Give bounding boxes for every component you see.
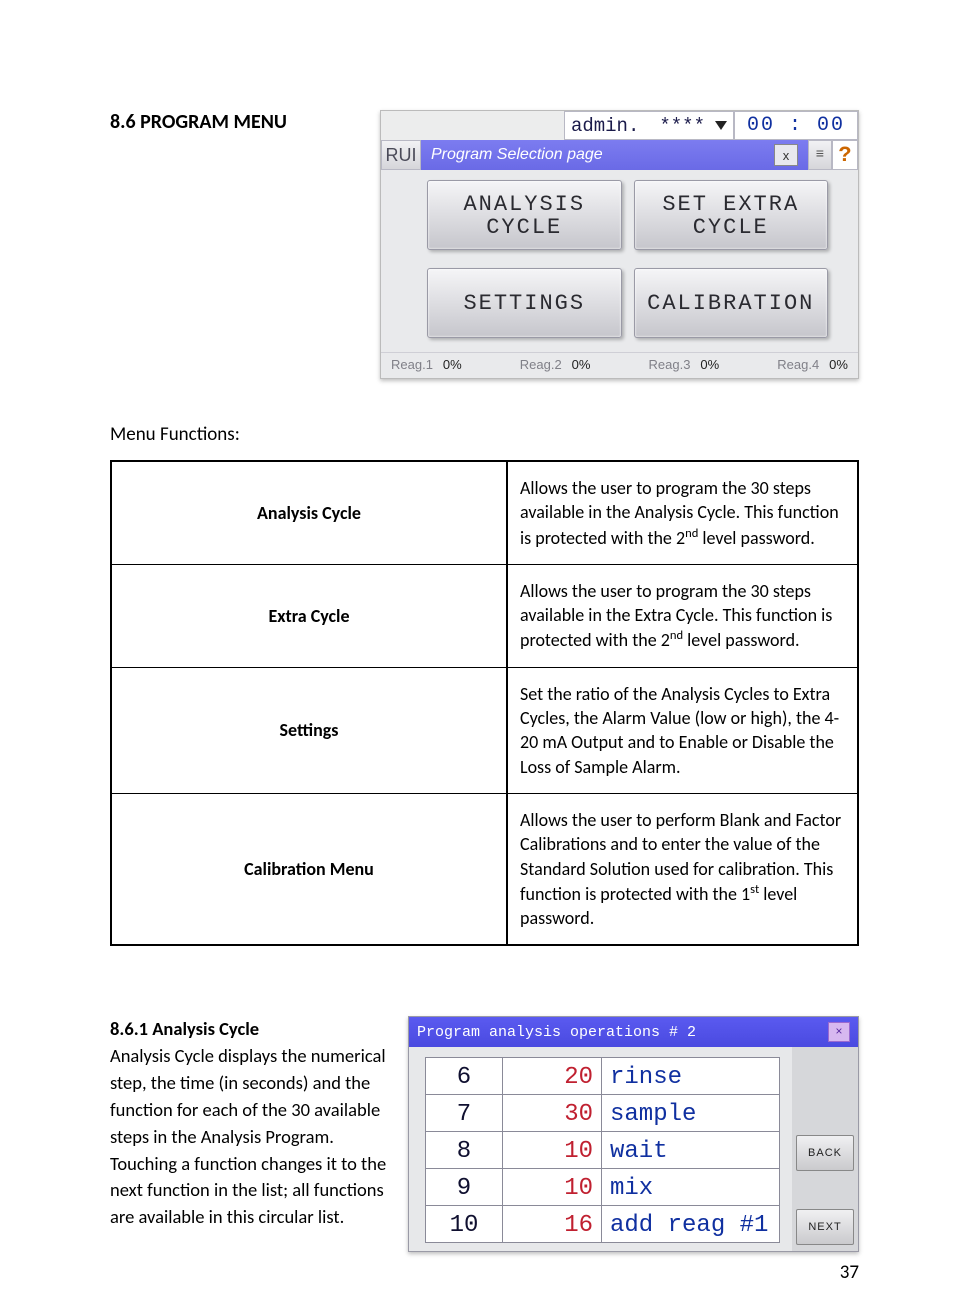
reag1-value: 0% — [443, 357, 462, 372]
run-indicator: RUI — [381, 140, 421, 170]
table-row: Extra Cycle Allows the user to program t… — [111, 564, 858, 667]
settings-button[interactable]: SETTINGS — [427, 268, 622, 338]
window-titlebar: Program Selection page x — [421, 140, 808, 170]
mf-desc: Set the ratio of the Analysis Cycles to … — [507, 667, 858, 793]
user-label: admin. — [571, 115, 639, 137]
menu-icon[interactable]: ≡ — [808, 140, 832, 170]
window-title: Program Selection page — [431, 146, 766, 164]
steps-table: 6 20 rinse 7 30 sample 8 10 wait — [425, 1057, 780, 1243]
step-function[interactable]: add reag #1 — [602, 1206, 780, 1243]
window-titlebar: Program analysis operations # 2 × — [409, 1017, 858, 1047]
mf-desc: Allows the user to perform Blank and Fac… — [507, 793, 858, 945]
analysis-cycle-button[interactable]: ANALYSIS CYCLE — [427, 180, 622, 250]
hmi-program-selection: admin. **** 00 : 00 RUI Program Selectio… — [380, 110, 859, 379]
table-row: 7 30 sample — [426, 1095, 780, 1132]
table-row: Settings Set the ratio of the Analysis C… — [111, 667, 858, 793]
user-dropdown[interactable]: admin. **** — [564, 111, 734, 140]
step-function[interactable]: rinse — [602, 1058, 780, 1095]
reag2-label: Reag.2 — [520, 357, 562, 372]
help-button[interactable]: ? — [832, 140, 858, 170]
mf-desc: Allows the user to program the 30 steps … — [507, 461, 858, 564]
page-number: 37 — [840, 1261, 859, 1284]
hmi-analysis-operations: Program analysis operations # 2 × 6 20 r… — [408, 1016, 859, 1252]
subsection-text: Analysis Cycle displays the numerical st… — [110, 1044, 386, 1228]
mf-name: Settings — [111, 667, 507, 793]
chevron-down-icon — [715, 121, 727, 130]
section-heading: 8.6 PROGRAM MENU — [110, 110, 340, 134]
table-row: 10 16 add reag #1 — [426, 1206, 780, 1243]
step-time[interactable]: 10 — [503, 1132, 602, 1169]
step-number: 10 — [426, 1206, 503, 1243]
step-number: 8 — [426, 1132, 503, 1169]
subsection-heading: 8.6.1 Analysis Cycle — [110, 1017, 259, 1040]
step-function[interactable]: wait — [602, 1132, 780, 1169]
step-time[interactable]: 20 — [503, 1058, 602, 1095]
table-row: Calibration Menu Allows the user to perf… — [111, 793, 858, 945]
next-button[interactable]: NEXT — [796, 1209, 854, 1245]
reag4-label: Reag.4 — [777, 357, 819, 372]
reag3-value: 0% — [700, 357, 719, 372]
user-mask: **** — [659, 115, 705, 137]
step-function[interactable]: mix — [602, 1169, 780, 1206]
menu-functions-table: Analysis Cycle Allows the user to progra… — [110, 460, 859, 946]
step-time[interactable]: 16 — [503, 1206, 602, 1243]
step-time[interactable]: 30 — [503, 1095, 602, 1132]
mf-name: Analysis Cycle — [111, 461, 507, 564]
table-row: 8 10 wait — [426, 1132, 780, 1169]
reag2-value: 0% — [572, 357, 591, 372]
table-row: 9 10 mix — [426, 1169, 780, 1206]
window-title: Program analysis operations # 2 — [417, 1024, 828, 1041]
mf-name: Calibration Menu — [111, 793, 507, 945]
back-button[interactable]: BACK — [796, 1135, 854, 1171]
table-row: Analysis Cycle Allows the user to progra… — [111, 461, 858, 564]
mf-desc: Allows the user to program the 30 steps … — [507, 564, 858, 667]
reag3-label: Reag.3 — [649, 357, 691, 372]
close-button[interactable]: × — [828, 1022, 850, 1042]
step-number: 7 — [426, 1095, 503, 1132]
table-row: 6 20 rinse — [426, 1058, 780, 1095]
step-number: 6 — [426, 1058, 503, 1095]
reagent-status-bar: Reag.1 0% Reag.2 0% Reag.3 0% Reag.4 0% — [381, 352, 858, 378]
reag4-value: 0% — [829, 357, 848, 372]
clock-display: 00 : 00 — [734, 111, 858, 140]
close-button[interactable]: x — [774, 144, 798, 166]
mf-name: Extra Cycle — [111, 564, 507, 667]
step-function[interactable]: sample — [602, 1095, 780, 1132]
menu-functions-label: Menu Functions: — [110, 423, 859, 446]
calibration-button[interactable]: CALIBRATION — [634, 268, 829, 338]
reag1-label: Reag.1 — [391, 357, 433, 372]
step-number: 9 — [426, 1169, 503, 1206]
step-time[interactable]: 10 — [503, 1169, 602, 1206]
set-extra-cycle-button[interactable]: SET EXTRA CYCLE — [634, 180, 829, 250]
